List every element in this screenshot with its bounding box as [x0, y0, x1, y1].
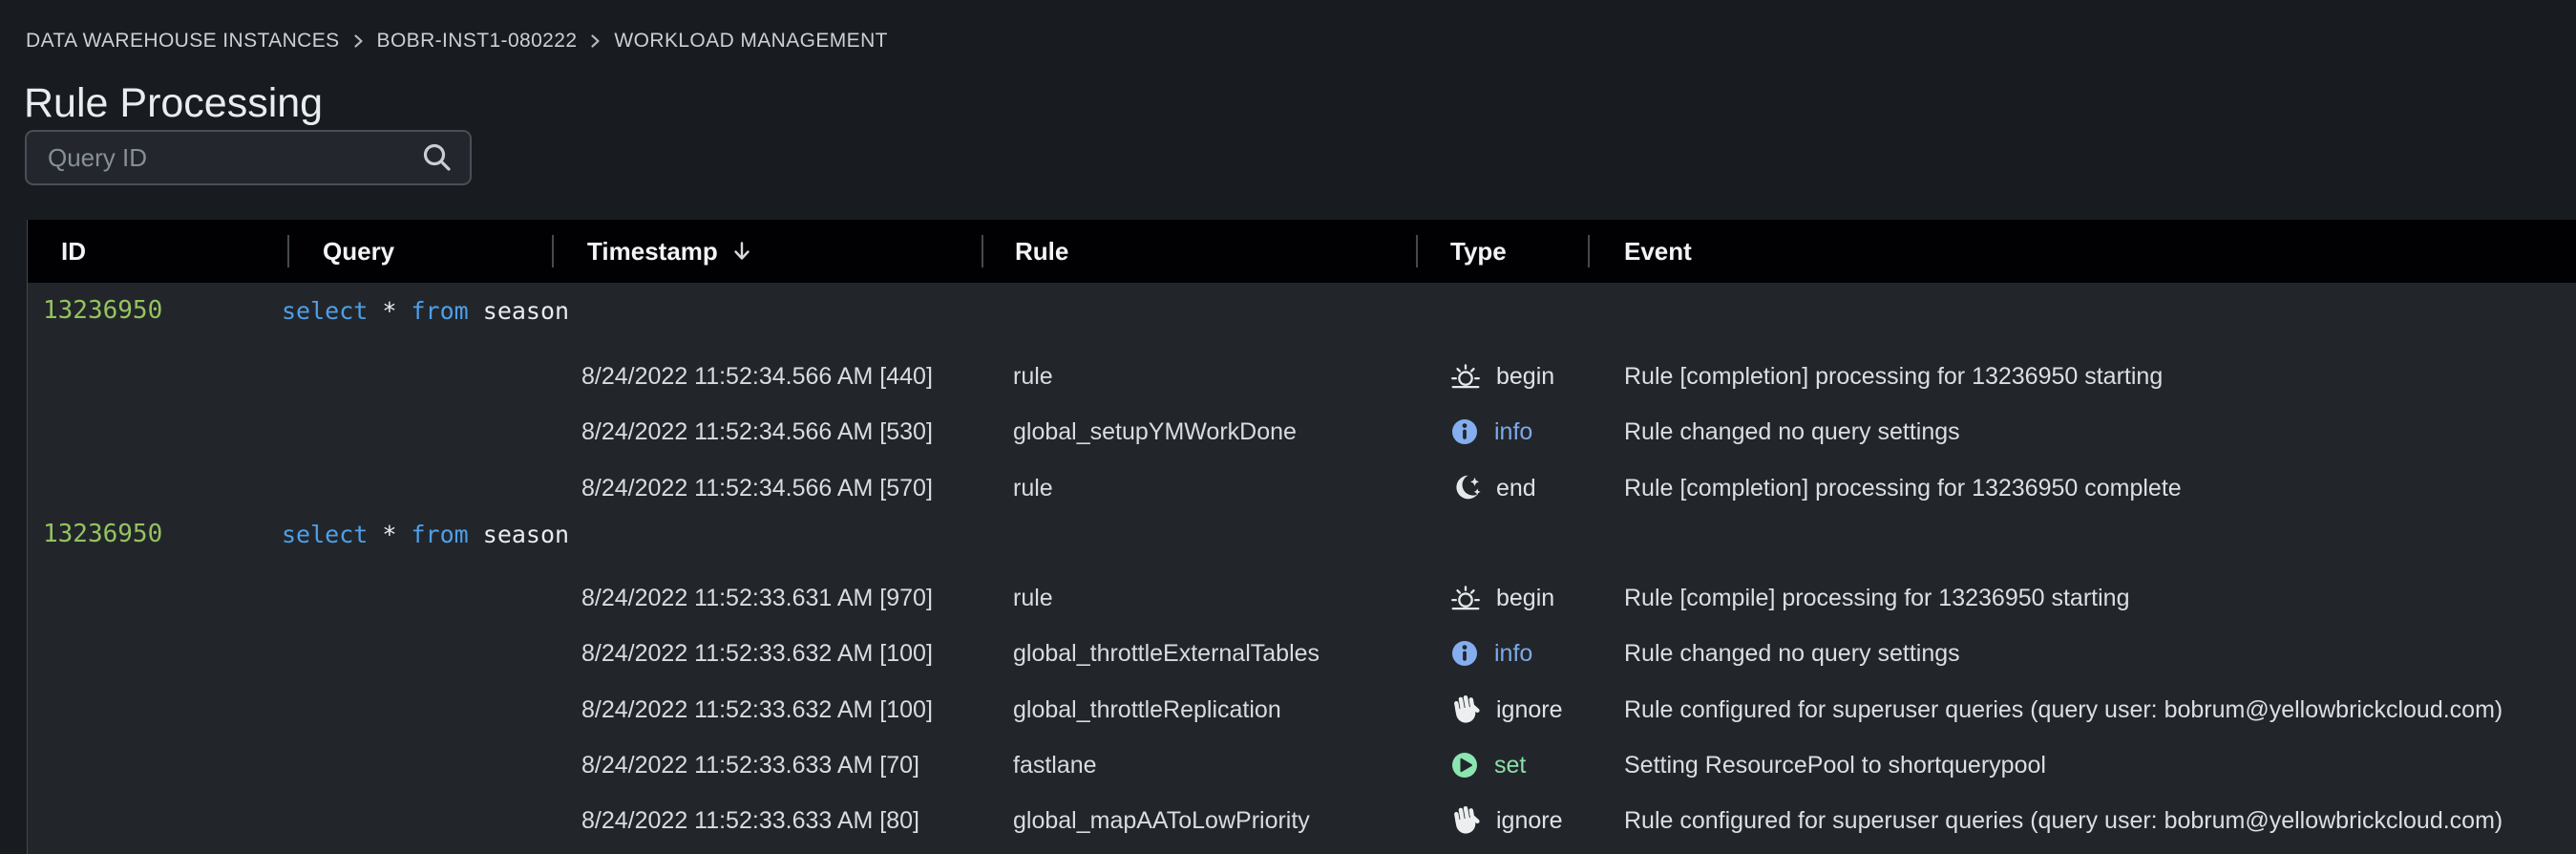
type-label: begin [1496, 363, 1554, 391]
chevron-right-icon [352, 32, 365, 50]
page-title: Rule Processing [24, 80, 323, 127]
event-row: 8/24/2022 11:52:33.633 AM [70] fastlane … [28, 737, 2576, 793]
moon-icon [1448, 471, 1483, 505]
column-header-id[interactable]: ID [61, 220, 86, 283]
event-row: 8/24/2022 11:52:33.633 AM [80] global_ma… [28, 793, 2576, 848]
column-header-label: Timestamp [587, 237, 718, 267]
rule-cell: rule [1013, 349, 1053, 404]
query-sql-text: select * from season [282, 283, 569, 338]
sunrise-icon [1448, 359, 1483, 394]
query-id-value[interactable]: 13236950 [43, 506, 162, 562]
type-cell: set [1448, 737, 1526, 793]
play-icon [1448, 749, 1481, 781]
type-label: end [1496, 475, 1536, 502]
timestamp-cell: 8/24/2022 11:52:33.633 AM [70] [581, 737, 919, 793]
event-cell: Rule changed no query settings [1624, 404, 1960, 459]
rule-cell: global_mapAAToLowPriority [1013, 793, 1310, 848]
query-group-row: 13236950 select * from season [28, 283, 2576, 338]
query-sql-text: select * from season [282, 506, 569, 562]
breadcrumb-item-workload-management[interactable]: WORKLOAD MANAGEMENT [614, 30, 887, 53]
sql-star: * [382, 521, 396, 548]
table-header: ID Query Timestamp Rule Type Event [28, 220, 2576, 283]
event-row: 8/24/2022 11:52:34.566 AM [530] global_s… [28, 404, 2576, 459]
hand-icon [1446, 801, 1486, 841]
event-cell: Rule [compile] processing for 13236950 s… [1624, 570, 2129, 626]
event-row: 8/24/2022 11:52:33.631 AM [970] rule beg… [28, 570, 2576, 626]
rule-cell: fastlane [1013, 737, 1097, 793]
column-header-event[interactable]: Event [1624, 220, 1692, 283]
rule-cell: global_setupYMWorkDone [1013, 404, 1297, 459]
event-cell: Setting ResourcePool to shortquerypool [1624, 737, 2046, 793]
type-cell: info [1448, 626, 1532, 681]
timestamp-cell: 8/24/2022 11:52:33.632 AM [100] [581, 682, 933, 737]
rule-cell: rule [1013, 570, 1053, 626]
event-cell: Rule configured for superuser queries (q… [1624, 793, 2502, 848]
chevron-right-icon [589, 32, 602, 50]
breadcrumb-item-instance[interactable]: BOBR-INST1-080222 [377, 30, 578, 53]
type-label: info [1494, 640, 1532, 668]
event-cell: Rule [completion] processing for 1323695… [1624, 349, 2163, 404]
column-divider [1416, 235, 1418, 267]
type-label: ignore [1496, 696, 1563, 724]
column-divider [982, 235, 983, 267]
event-row: 8/24/2022 11:52:33.632 AM [100] global_t… [28, 682, 2576, 737]
event-row: 8/24/2022 11:52:33.632 AM [100] global_t… [28, 626, 2576, 681]
timestamp-cell: 8/24/2022 11:52:34.566 AM [440] [581, 349, 933, 404]
column-header-type[interactable]: Type [1450, 220, 1507, 283]
rule-cell: global_throttleReplication [1013, 682, 1281, 737]
event-cell: Rule configured for superuser queries (q… [1624, 682, 2502, 737]
type-cell: ignore [1448, 793, 1563, 848]
type-cell: ignore [1448, 682, 1563, 737]
sort-descending-icon [729, 239, 754, 264]
breadcrumb-item-instances[interactable]: DATA WAREHOUSE INSTANCES [26, 30, 340, 53]
column-divider [1588, 235, 1590, 267]
rule-cell: global_throttleExternalTables [1013, 626, 1320, 681]
sql-star: * [382, 297, 396, 325]
column-header-label: Type [1450, 237, 1507, 267]
sunrise-icon [1448, 581, 1483, 615]
search-icon[interactable] [420, 140, 454, 175]
query-group-row: 13236950 select * from season [28, 506, 2576, 562]
event-row: 8/24/2022 11:52:34.566 AM [440] rule beg… [28, 349, 2576, 404]
sql-keyword: from [412, 521, 469, 548]
info-icon [1448, 637, 1481, 670]
column-divider [552, 235, 554, 267]
hand-icon [1446, 690, 1486, 730]
type-cell: begin [1448, 349, 1554, 404]
type-label: begin [1496, 585, 1554, 612]
timestamp-cell: 8/24/2022 11:52:33.632 AM [100] [581, 626, 933, 681]
column-header-label: Rule [1015, 237, 1068, 267]
timestamp-cell: 8/24/2022 11:52:33.631 AM [970] [581, 570, 933, 626]
column-header-label: ID [61, 237, 86, 267]
timestamp-cell: 8/24/2022 11:52:33.633 AM [80] [581, 793, 919, 848]
info-icon [1448, 416, 1481, 448]
type-cell: info [1448, 404, 1532, 459]
column-header-query[interactable]: Query [323, 220, 394, 283]
type-label: set [1494, 752, 1526, 779]
sql-keyword: select [282, 521, 368, 548]
column-header-rule[interactable]: Rule [1015, 220, 1068, 283]
type-cell: begin [1448, 570, 1554, 626]
column-header-timestamp[interactable]: Timestamp [587, 220, 754, 283]
query-id-search [25, 130, 472, 185]
sql-keyword: select [282, 297, 368, 325]
type-label: info [1494, 418, 1532, 446]
timestamp-cell: 8/24/2022 11:52:34.566 AM [530] [581, 404, 933, 459]
column-header-label: Event [1624, 237, 1692, 267]
query-id-value[interactable]: 13236950 [43, 283, 162, 338]
sql-identifier: season [483, 297, 569, 325]
event-cell: Rule changed no query settings [1624, 626, 1960, 681]
column-divider [287, 235, 289, 267]
column-header-label: Query [323, 237, 394, 267]
rule-processing-table: ID Query Timestamp Rule Type Event 13236… [27, 220, 2576, 854]
sql-identifier: season [483, 521, 569, 548]
sql-keyword: from [412, 297, 469, 325]
breadcrumb: DATA WAREHOUSE INSTANCES BOBR-INST1-0802… [26, 30, 888, 53]
type-label: ignore [1496, 807, 1563, 835]
search-input[interactable] [27, 132, 412, 183]
